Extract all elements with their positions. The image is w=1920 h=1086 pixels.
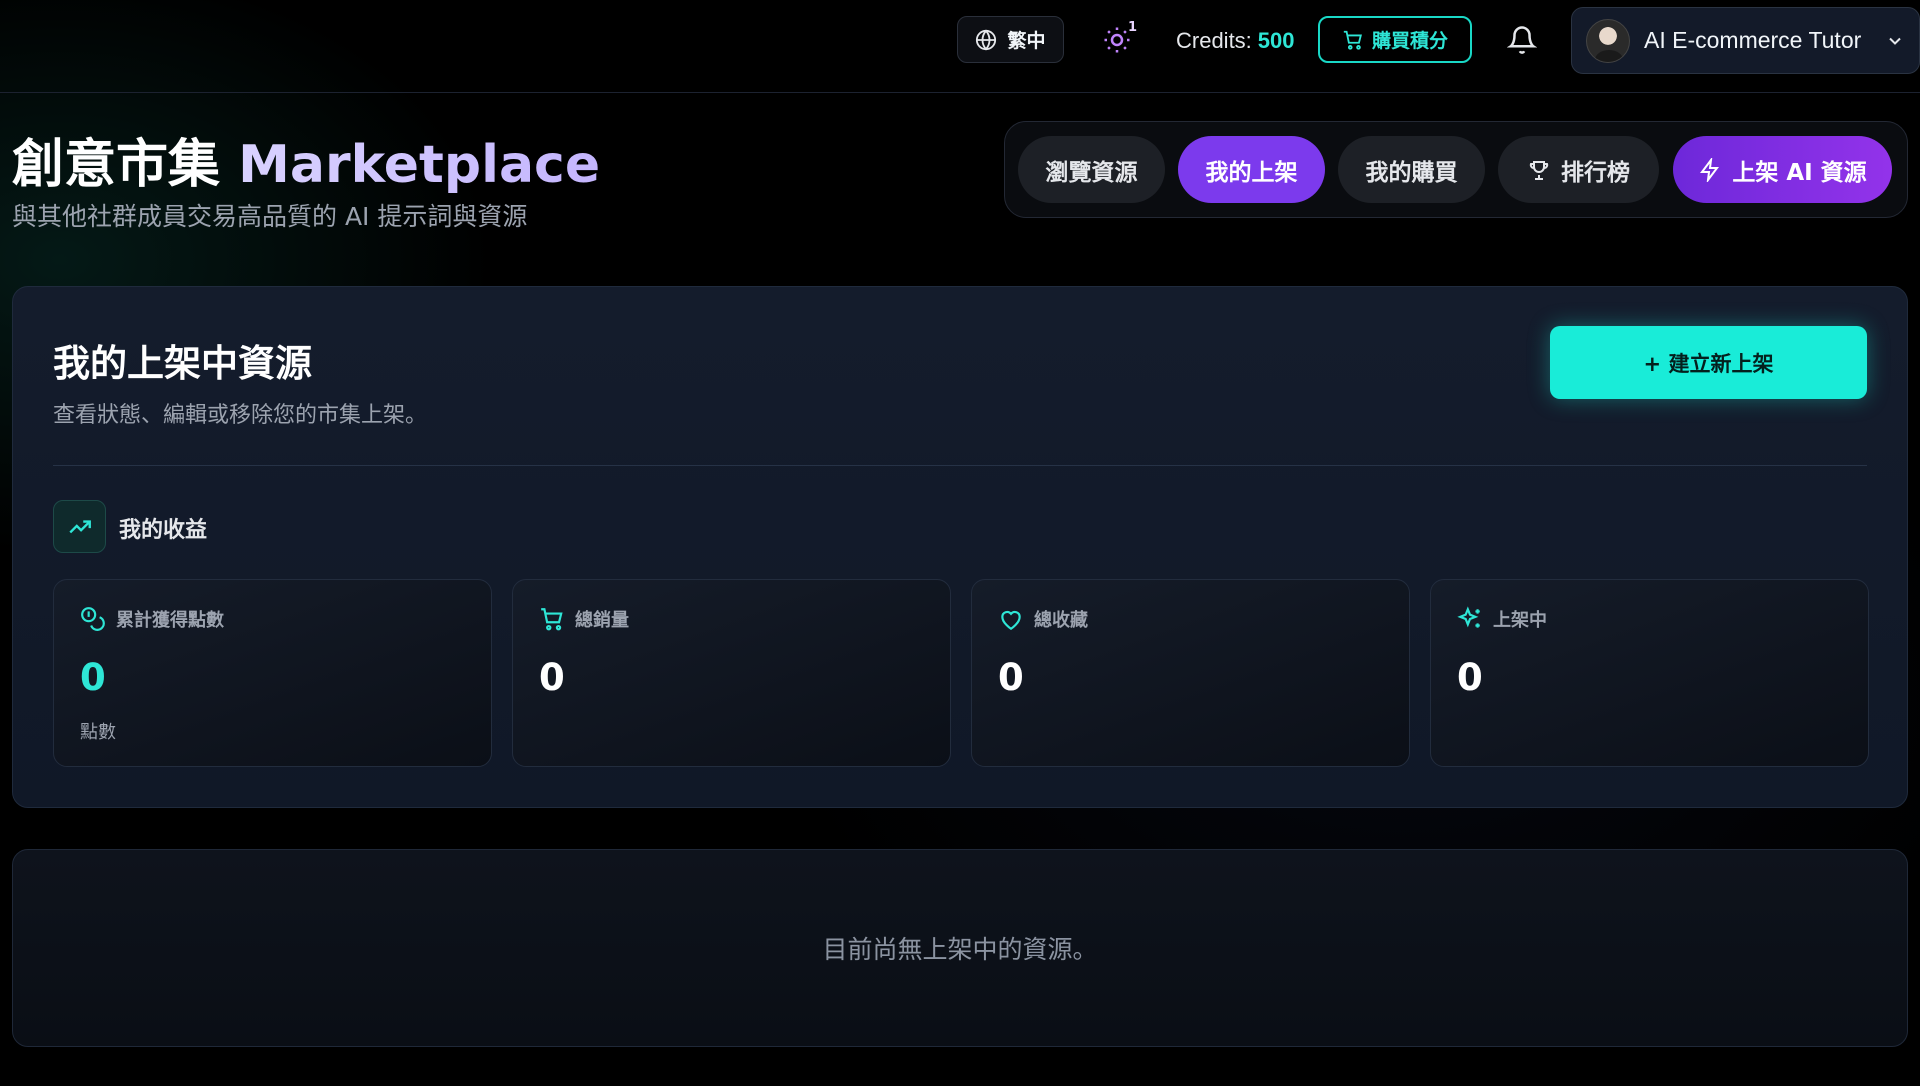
stat-card-sales: 總銷量 0 <box>512 579 951 767</box>
notifications-button[interactable] <box>1500 18 1544 62</box>
tab-label: 排行榜 <box>1561 159 1630 186</box>
language-label: 繁中 <box>1007 30 1046 52</box>
page-subtitle: 與其他社群成員交易高品質的 AI 提示詞與資源 <box>12 202 528 231</box>
stat-label: 總收藏 <box>1034 610 1088 631</box>
stat-value: 0 <box>1457 656 1483 699</box>
marketplace-tabs: 瀏覽資源 我的上架 我的購買 排行榜 上架 AI 資源 <box>1004 121 1908 218</box>
stat-header: 總收藏 <box>998 606 1088 632</box>
sparkles-icon <box>1457 606 1480 628</box>
credits-value: 500 <box>1257 28 1295 53</box>
listings-title: 我的上架中資源 <box>53 342 312 385</box>
stat-label: 上架中 <box>1493 610 1547 631</box>
language-button[interactable]: 繁中 <box>957 16 1064 63</box>
stat-unit: 點數 <box>80 722 116 743</box>
page-title-cn: 創意市集 <box>12 135 221 195</box>
user-menu-button[interactable]: AI E-commerce Tutor <box>1571 7 1920 74</box>
trophy-icon <box>1529 160 1549 180</box>
tab-label: 我的上架 <box>1205 159 1298 186</box>
tab-label: 瀏覽資源 <box>1045 159 1138 186</box>
tab-my-listings[interactable]: 我的上架 <box>1178 136 1325 203</box>
chevron-down-icon <box>1889 37 1901 45</box>
earnings-label: 我的收益 <box>119 518 208 543</box>
page-title: 創意市集 Marketplace <box>12 122 600 197</box>
top-bar: 繁中 1 Credits: 500 購買積分 AI E-commerce Tut… <box>0 0 1920 93</box>
stat-header: 總銷量 <box>539 606 629 632</box>
tab-my-purchases[interactable]: 我的購買 <box>1338 136 1485 203</box>
user-name: AI E-commerce Tutor <box>1644 27 1862 53</box>
stat-label: 總銷量 <box>575 610 629 631</box>
credits-display: Credits: 500 <box>1176 24 1295 58</box>
buy-credits-label: 購買積分 <box>1371 30 1448 52</box>
stat-value: 0 <box>539 656 565 699</box>
my-listings-card: 我的上架中資源 查看狀態、編輯或移除您的市集上架。 + 建立新上架 我的收益 累… <box>12 286 1908 808</box>
empty-state-text: 目前尚無上架中的資源。 <box>822 935 1098 964</box>
coins-icon <box>81 607 105 631</box>
globe-icon <box>976 28 997 51</box>
theme-badge: 1 <box>1128 20 1138 35</box>
stat-card-favorites: 總收藏 0 <box>971 579 1410 767</box>
cart-icon <box>1343 30 1362 50</box>
tab-label: 上架 AI 資源 <box>1732 159 1867 186</box>
stat-value: 0 <box>998 656 1024 699</box>
tab-list-ai-resource[interactable]: 上架 AI 資源 <box>1673 136 1892 203</box>
trending-up-icon <box>53 500 106 553</box>
bell-icon <box>1507 26 1537 54</box>
lightning-icon <box>1700 157 1720 182</box>
tab-label: 我的購買 <box>1365 159 1458 186</box>
tab-browse[interactable]: 瀏覽資源 <box>1018 136 1165 203</box>
stat-card-active: 上架中 0 <box>1430 579 1869 767</box>
create-listing-button[interactable]: + 建立新上架 <box>1550 326 1867 399</box>
page-title-en: Marketplace <box>238 135 601 195</box>
divider <box>53 465 1867 466</box>
create-listing-label: + 建立新上架 <box>1643 351 1774 376</box>
stat-header: 累計獲得點數 <box>80 606 224 632</box>
heart-icon <box>1001 610 1021 631</box>
credits-label: Credits: <box>1176 28 1252 53</box>
tab-leaderboard[interactable]: 排行榜 <box>1498 136 1659 203</box>
avatar <box>1586 18 1630 63</box>
stat-label: 累計獲得點數 <box>116 610 224 631</box>
empty-state: 目前尚無上架中的資源。 <box>12 849 1908 1047</box>
stat-card-points: 累計獲得點數 0 點數 <box>53 579 492 767</box>
buy-credits-button[interactable]: 購買積分 <box>1318 16 1472 63</box>
stat-value: 0 <box>80 656 106 699</box>
stat-header: 上架中 <box>1457 606 1547 632</box>
cart-icon <box>541 608 563 631</box>
listings-subtitle: 查看狀態、編輯或移除您的市集上架。 <box>53 403 428 428</box>
